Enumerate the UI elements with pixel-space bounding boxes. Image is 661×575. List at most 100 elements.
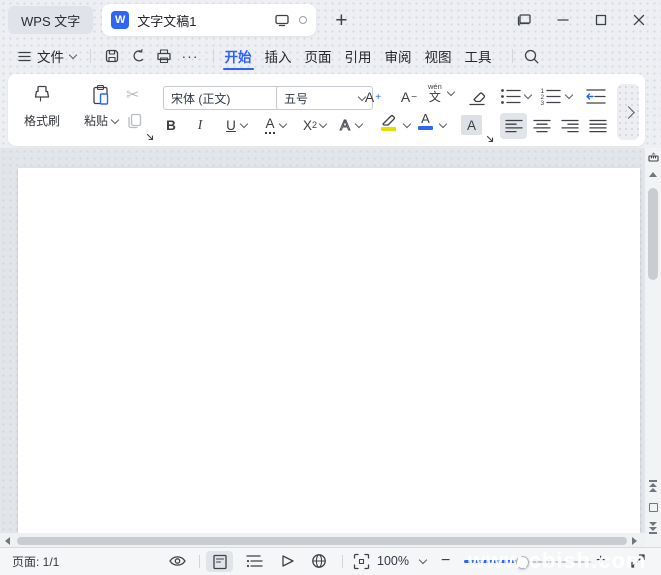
numbered-list-button[interactable]: 1 2 3: [540, 88, 561, 105]
grow-font-button[interactable]: A+: [360, 86, 386, 108]
print-button[interactable]: [155, 47, 173, 65]
horizontal-scroll-thumb[interactable]: [17, 537, 627, 545]
horizontal-scrollbar[interactable]: [0, 533, 645, 548]
tab-home[interactable]: 开始: [220, 40, 257, 72]
justify-button[interactable]: [589, 119, 607, 133]
font-color-button[interactable]: A: [418, 112, 433, 130]
fullscreen-icon[interactable]: [630, 548, 646, 574]
zoom-slider[interactable]: [464, 560, 592, 563]
underline-button[interactable]: U: [220, 114, 242, 136]
vertical-scroll-thumb[interactable]: [648, 188, 658, 280]
clipboard-group-expand-icon[interactable]: [146, 133, 154, 141]
clear-format-button[interactable]: [466, 86, 488, 108]
file-menu-button[interactable]: 文件: [18, 46, 76, 66]
maximize-button[interactable]: [594, 13, 608, 27]
phonetic-guide-button[interactable]: wén 文: [428, 83, 454, 103]
ruler-toggle-icon[interactable]: [645, 152, 661, 163]
zoom-slider-thumb[interactable]: [516, 556, 529, 569]
bold-button[interactable]: B: [160, 114, 182, 136]
justify-icon: [589, 119, 607, 133]
tab-tools[interactable]: 工具: [460, 40, 497, 72]
ribbon-more-button[interactable]: [617, 84, 639, 140]
chevron-down-icon[interactable]: [565, 91, 573, 99]
chevron-down-icon[interactable]: [439, 120, 447, 128]
divider: [90, 49, 91, 63]
monitor-icon[interactable]: [274, 13, 290, 27]
previous-page-button[interactable]: [645, 479, 661, 492]
superscript-exp: 2: [312, 120, 317, 130]
italic-button[interactable]: I: [189, 114, 211, 136]
superscript-button[interactable]: X2: [299, 114, 321, 136]
highlight-color-button[interactable]: [378, 112, 398, 131]
more-commands-button[interactable]: ···: [181, 47, 199, 65]
chevron-down-icon[interactable]: [403, 120, 411, 128]
fit-window-button[interactable]: [353, 548, 370, 574]
align-right-button[interactable]: [561, 119, 579, 133]
scroll-up-icon[interactable]: [645, 172, 661, 177]
titlebar: WPS 文字 W 文字文稿1 +: [0, 0, 661, 40]
document-canvas: [0, 148, 661, 548]
close-button[interactable]: [632, 13, 646, 27]
ribbon-toolbar: 格式刷 粘贴 ✂ 宋体 (正: [8, 74, 645, 146]
document-page[interactable]: [18, 168, 640, 533]
vertical-scrollbar[interactable]: [645, 148, 661, 548]
undo-button[interactable]: [129, 47, 147, 65]
document-tab[interactable]: W 文字文稿1: [102, 4, 316, 36]
svg-text:3: 3: [541, 100, 545, 105]
align-center-button[interactable]: [533, 119, 551, 133]
statusbar: 页面: 1/1: [0, 547, 661, 575]
align-center-icon: [533, 119, 551, 133]
chevron-down-icon[interactable]: [355, 120, 363, 128]
scroll-left-icon[interactable]: [5, 537, 10, 545]
scroll-right-icon[interactable]: [632, 537, 637, 545]
char-shading-button[interactable]: A: [461, 115, 482, 135]
chevron-down-icon[interactable]: [524, 91, 532, 99]
copy-button[interactable]: [126, 112, 144, 130]
tab-insert[interactable]: 插入: [260, 40, 297, 72]
file-menu-label: 文件: [37, 46, 64, 66]
page-indicator[interactable]: 页面: 1/1: [12, 548, 59, 574]
font-size-select[interactable]: 五号: [276, 86, 373, 110]
tab-view[interactable]: 视图: [420, 40, 457, 72]
bullet-list-button[interactable]: [500, 88, 521, 105]
zoom-out-button[interactable]: −: [441, 548, 450, 574]
paste-button[interactable]: 粘贴: [84, 83, 118, 129]
tab-page[interactable]: 页面: [300, 40, 337, 72]
select-browse-object-button[interactable]: [645, 503, 661, 512]
format-painter-button[interactable]: 格式刷: [24, 83, 60, 129]
page-view-icon: [212, 554, 228, 570]
highlighter-icon: [378, 112, 398, 127]
decrease-indent-button[interactable]: [586, 88, 606, 105]
tab-review[interactable]: 审阅: [380, 40, 417, 72]
text-effects-button[interactable]: A: [334, 114, 356, 136]
workspace-windows-icon[interactable]: [517, 13, 532, 27]
tab-status-dot-icon: [299, 16, 307, 24]
font-size-value: 五号: [284, 90, 308, 107]
play-presentation-button[interactable]: [279, 548, 295, 574]
tab-references[interactable]: 引用: [340, 40, 377, 72]
divider: [199, 555, 200, 568]
minimize-button[interactable]: [556, 13, 570, 27]
paste-label: 粘贴: [84, 112, 108, 129]
chevron-down-icon[interactable]: [419, 556, 427, 564]
cut-button[interactable]: ✂: [126, 85, 139, 105]
zoom-value[interactable]: 100%: [377, 548, 409, 574]
web-view-button[interactable]: [311, 548, 327, 574]
zoom-in-button[interactable]: +: [596, 548, 605, 574]
font-group-expand-icon[interactable]: [486, 135, 494, 143]
shrink-font-button[interactable]: A−: [396, 86, 422, 108]
save-button[interactable]: [103, 47, 121, 65]
outline-view-button[interactable]: [246, 548, 263, 574]
font-name-select[interactable]: 宋体 (正文): [163, 86, 293, 110]
page-view-button[interactable]: [206, 551, 233, 572]
new-tab-button[interactable]: +: [335, 10, 347, 31]
font-name-value: 宋体 (正文): [171, 90, 230, 107]
spellcheck-eye-icon[interactable]: [168, 548, 187, 574]
search-icon[interactable]: [523, 48, 540, 65]
align-left-icon: [505, 119, 523, 133]
writer-doc-icon: W: [111, 11, 129, 29]
next-page-button[interactable]: [645, 522, 661, 535]
emphasis-mark-button[interactable]: A: [259, 114, 281, 136]
app-menu-button[interactable]: WPS 文字: [8, 6, 93, 34]
align-left-button[interactable]: [500, 113, 527, 139]
